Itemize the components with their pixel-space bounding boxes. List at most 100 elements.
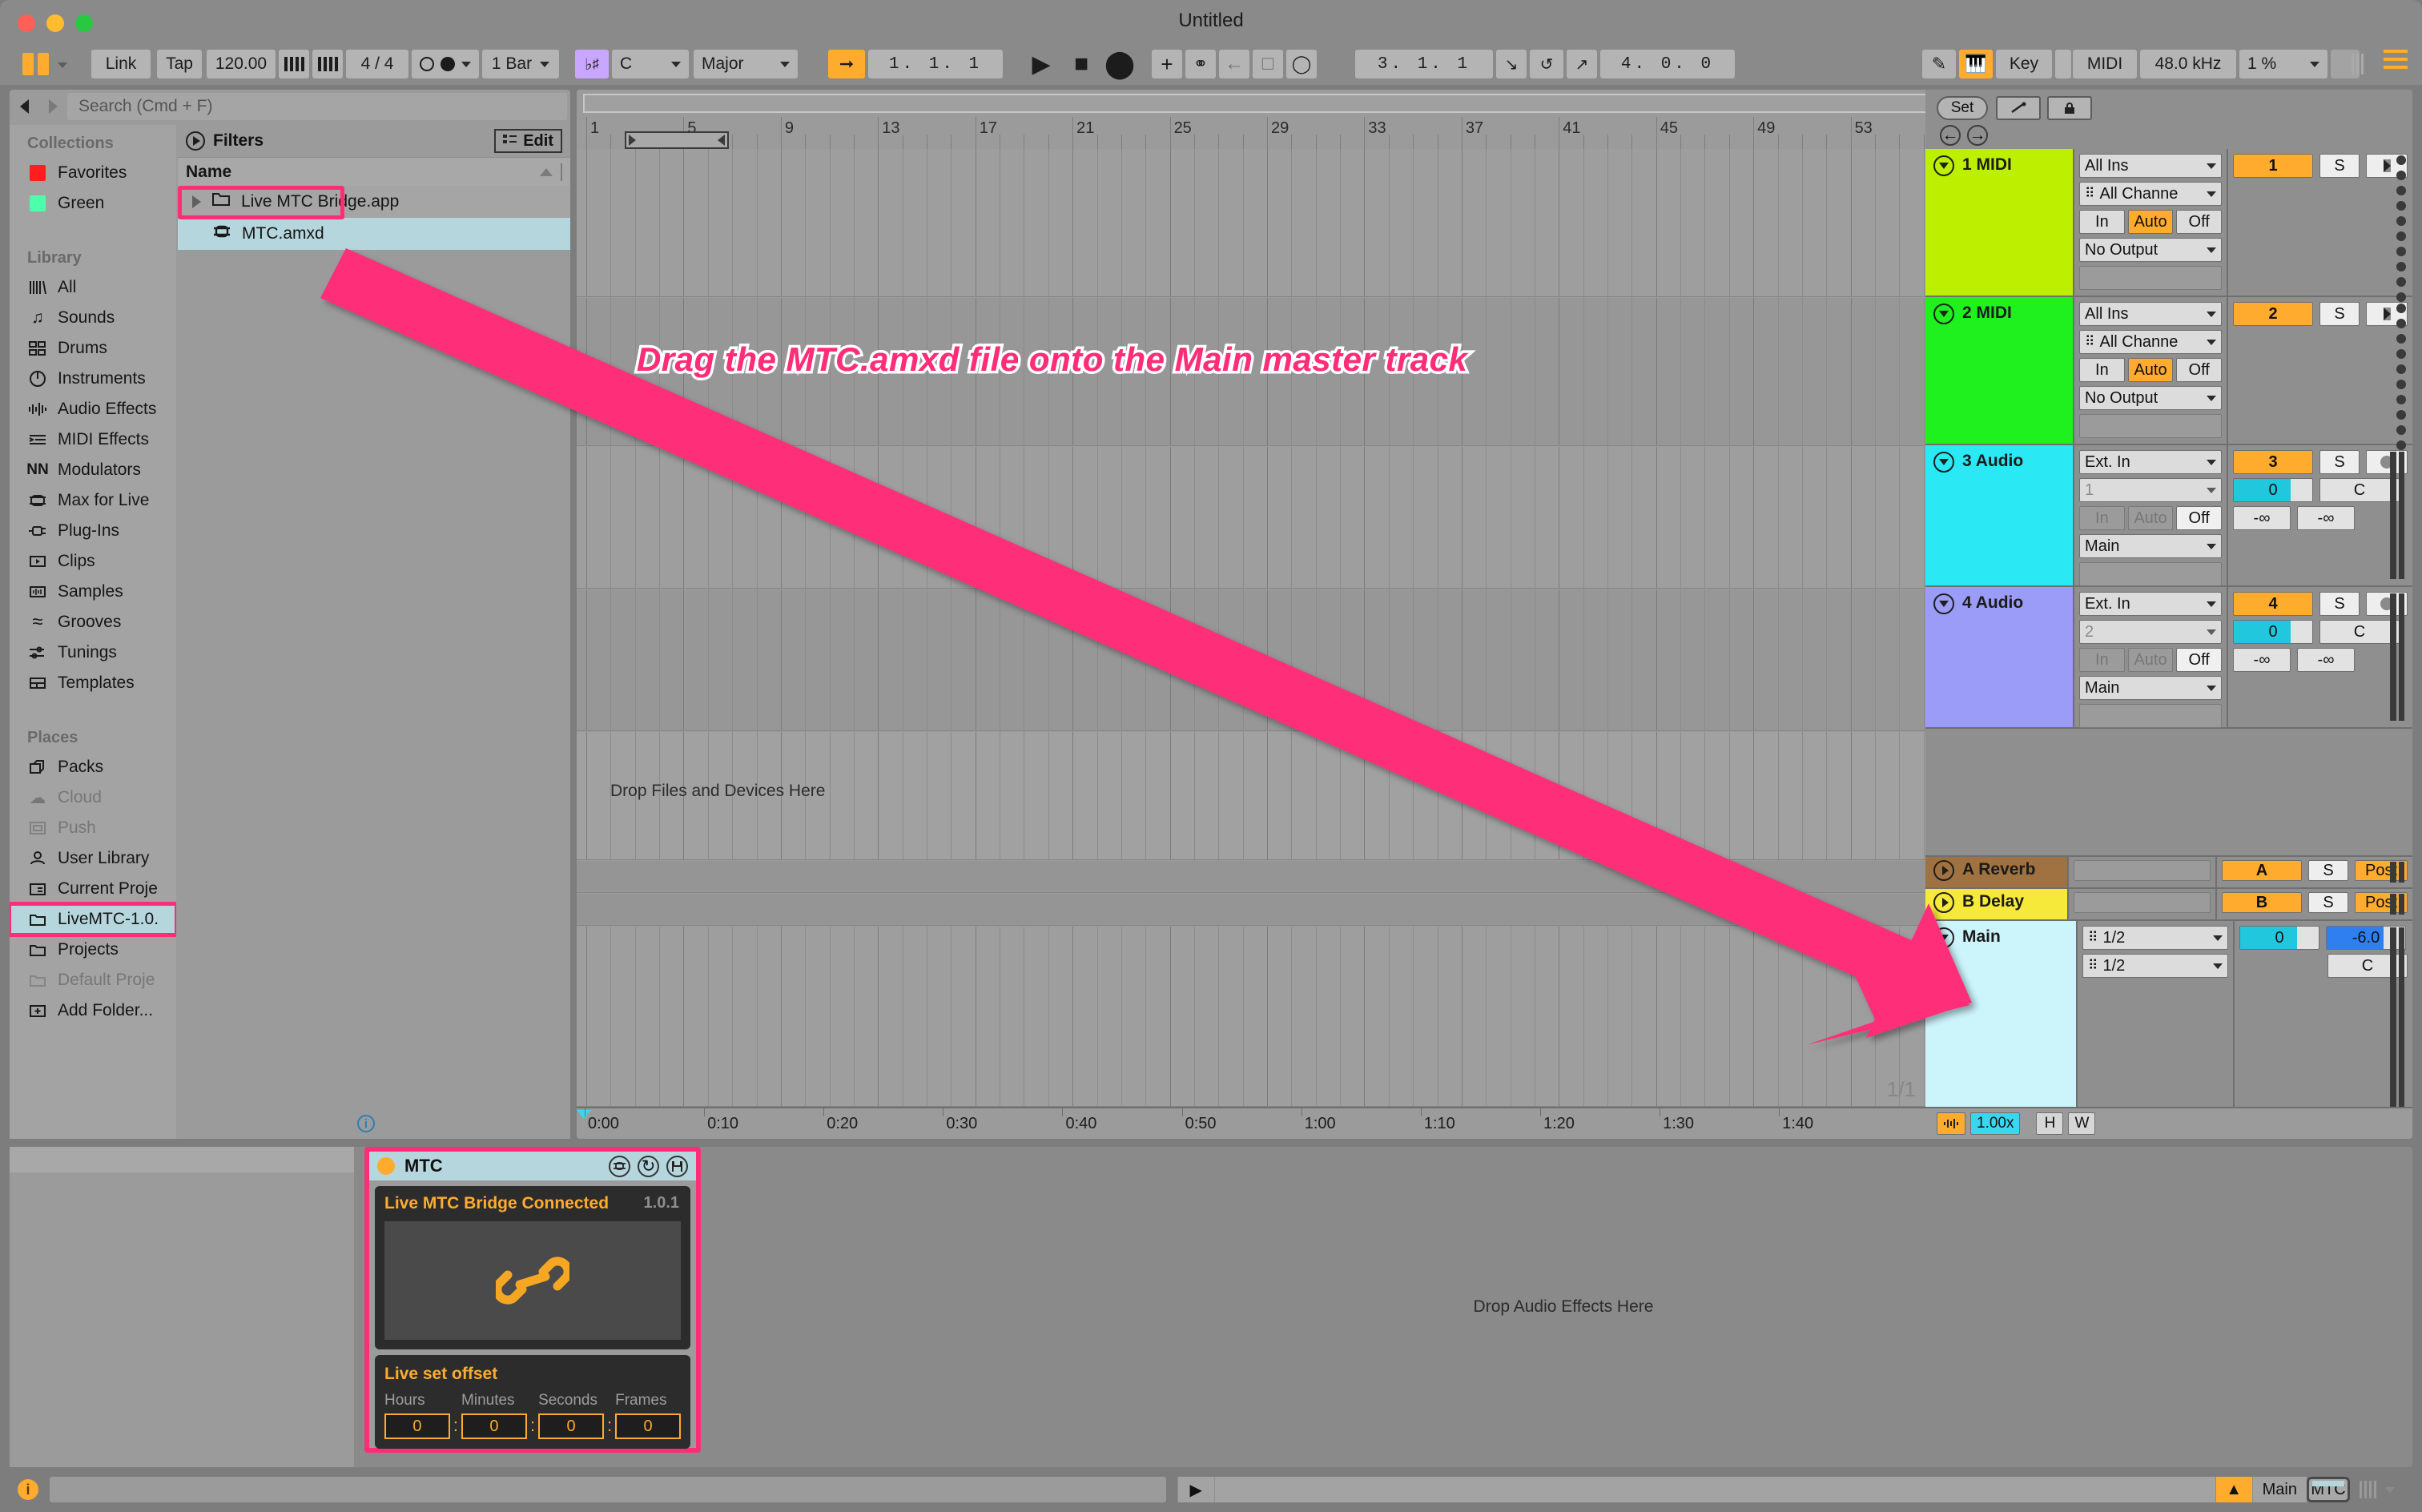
next-device-button[interactable]: →	[1967, 125, 1988, 146]
play-button[interactable]: ▶	[1024, 50, 1059, 78]
reload-icon[interactable]: ↻	[638, 1155, 659, 1177]
track-activator-button[interactable]: 1	[2233, 154, 2313, 178]
nudge-up-button[interactable]	[312, 50, 343, 78]
search-input[interactable]: Search (Cmd + F)	[67, 93, 567, 120]
preview-mtc-chip[interactable]: MTC	[2307, 1477, 2350, 1502]
bar-ruler[interactable]: 1 5 9 13 17 21 25 29 33 37 41 45 49 53	[577, 117, 1938, 149]
preview-play-button[interactable]: ▶	[1177, 1477, 1214, 1502]
zoom-width-button[interactable]: W	[2068, 1112, 2096, 1135]
input-type-selector[interactable]: Ext. In	[2079, 592, 2222, 616]
computer-midi-keyboard-button[interactable]: 🎹	[1959, 50, 1993, 78]
waveform-zoom-icon[interactable]	[1937, 1112, 1965, 1135]
return-fold-icon[interactable]	[1933, 860, 1954, 881]
tap-tempo-button[interactable]: Tap	[157, 50, 202, 78]
sidebar-item-drums[interactable]: Drums	[10, 333, 176, 364]
sidebar-item-current-project[interactable]: Current Proje	[10, 874, 176, 904]
return-lane-b[interactable]	[577, 894, 1938, 926]
metronome-chevron-icon[interactable]	[461, 61, 471, 67]
collection-favorites[interactable]: Favorites	[10, 158, 176, 188]
follow-button[interactable]: ➞	[828, 50, 865, 78]
browser-back-button[interactable]	[10, 93, 38, 120]
main-cue-slider[interactable]: 0	[2239, 926, 2319, 950]
loop-brace[interactable]	[625, 131, 729, 149]
sidebar-item-all[interactable]: All	[10, 272, 176, 303]
automation-arm-button[interactable]: ⚭	[1185, 50, 1216, 78]
sidebar-item-default-project[interactable]: Default Proje	[10, 965, 176, 995]
return-io-slot[interactable]	[2074, 892, 2211, 913]
monitor-off-button[interactable]: Off	[2176, 506, 2223, 530]
loop-length-field[interactable]: 4. 0. 0	[1600, 50, 1735, 78]
track-lane-1[interactable]	[577, 149, 1938, 297]
stop-button[interactable]: ■	[1064, 50, 1099, 78]
sidebar-item-grooves[interactable]: ≈ Grooves	[10, 607, 176, 637]
track-fold-icon[interactable]	[1933, 593, 1954, 614]
solo-button[interactable]: S	[2319, 592, 2360, 616]
output-type-selector[interactable]: No Output	[2079, 238, 2222, 262]
preview-strip[interactable]	[1213, 1477, 2215, 1502]
automation-mode-button[interactable]	[1996, 96, 2041, 120]
preview-main-label[interactable]: Main	[2251, 1477, 2307, 1502]
track-activator-button[interactable]: 4	[2233, 592, 2313, 616]
re-enable-automation-button[interactable]: ←	[1219, 50, 1249, 78]
arrangement-record-button[interactable]: +	[1152, 50, 1182, 78]
output-channel-selector[interactable]	[2079, 266, 2222, 290]
lock-envelopes-button[interactable]	[2047, 96, 2092, 120]
sidebar-item-midi-effects[interactable]: MIDI Effects	[10, 424, 176, 455]
track-activator-button[interactable]: 3	[2233, 450, 2313, 474]
track-fold-icon[interactable]	[1933, 304, 1954, 324]
arrangement-position-field[interactable]: 1. 1. 1	[868, 50, 1003, 78]
volume-slider[interactable]: 0	[2233, 478, 2313, 502]
sidebar-item-add-folder[interactable]: Add Folder...	[10, 995, 176, 1026]
sidebar-item-plug-ins[interactable]: Plug-Ins	[10, 516, 176, 546]
output-channel-selector[interactable]	[2079, 414, 2222, 438]
track-header-1[interactable]: 1 MIDI All Ins ⠿ All Channe In Auto Off N…	[1925, 149, 2412, 302]
track-name-3[interactable]: 3 Audio	[1925, 445, 2074, 585]
peak-left-display[interactable]: -∞	[2233, 648, 2291, 672]
main-track-name[interactable]: Main	[1925, 921, 2076, 1120]
output-type-selector[interactable]: Main	[2079, 534, 2222, 558]
list-item[interactable]: Live MTC Bridge.app	[178, 186, 570, 218]
time-signature-field[interactable]: 4 / 4	[346, 50, 408, 78]
sidebar-item-cloud[interactable]: ☁ Cloud	[10, 782, 176, 813]
loop-start-field[interactable]: 3. 1. 1	[1355, 50, 1493, 78]
sidebar-item-clips[interactable]: Clips	[10, 546, 176, 577]
file-list-header[interactable]: Name	[178, 157, 570, 186]
input-type-selector[interactable]: All Ins	[2079, 154, 2222, 178]
main-track-header[interactable]: Main ⠿ 1/2 ⠿ 1/2 0 -6.0 C	[1925, 921, 2412, 1121]
track-fold-icon[interactable]	[1933, 155, 1954, 176]
track-lane-2[interactable]	[577, 298, 1938, 446]
sidebar-item-push[interactable]: Push	[10, 813, 176, 843]
return-name-b[interactable]: B Delay	[1925, 889, 2068, 919]
track-header-3[interactable]: 3 Audio Ext. In 1 In Auto Off Main 3 S 0…	[1925, 445, 2412, 587]
sidebar-item-audio-effects[interactable]: Audio Effects	[10, 394, 176, 424]
solo-button[interactable]: S	[2319, 450, 2360, 474]
monitor-auto-button[interactable]: Auto	[2127, 358, 2174, 382]
input-channel-selector[interactable]: ⠿ All Channe	[2079, 330, 2222, 354]
midi-map-button[interactable]: MIDI	[2073, 50, 2137, 78]
peak-right-display[interactable]: -∞	[2297, 506, 2355, 530]
return-name-a[interactable]: A Reverb	[1925, 857, 2068, 887]
main-lane[interactable]	[577, 927, 1938, 1107]
track-lane-3[interactable]	[577, 447, 1938, 589]
zoom-value-display[interactable]: 1.00x	[1970, 1112, 2021, 1135]
input-channel-selector[interactable]: 1	[2079, 478, 2222, 502]
return-header-b[interactable]: B Delay B S Post	[1925, 889, 2412, 921]
draw-mode-button[interactable]: ✎	[1922, 50, 1956, 78]
save-icon[interactable]	[666, 1155, 688, 1177]
main-output-a[interactable]: ⠿ 1/2	[2082, 926, 2228, 950]
sidebar-item-samples[interactable]: Samples	[10, 577, 176, 607]
return-activator-button[interactable]: B	[2222, 892, 2302, 913]
sidebar-item-livemtc[interactable]: LiveMTC-1.0.	[10, 902, 176, 937]
monitor-in-button[interactable]: In	[2079, 506, 2125, 530]
offset-hours-value[interactable]: 0	[384, 1413, 450, 1439]
max-device-icon[interactable]	[609, 1155, 630, 1177]
peak-left-display[interactable]: -∞	[2233, 506, 2291, 530]
return-lane-a[interactable]	[577, 861, 1938, 893]
mtc-device-panel[interactable]: MTC ↻ Live MTC Bridge Connected 1.0.1 Li…	[364, 1147, 701, 1453]
info-icon[interactable]: i	[357, 1115, 375, 1132]
return-header-a[interactable]: A Reverb A S Post	[1925, 857, 2412, 889]
track-header-4[interactable]: 4 Audio Ext. In 2 In Auto Off Main 4 S 0…	[1925, 587, 2412, 729]
main-fold-icon[interactable]	[1933, 927, 1954, 948]
monitor-auto-button[interactable]: Auto	[2127, 506, 2174, 530]
punch-out-button[interactable]: ↗	[1567, 50, 1597, 78]
